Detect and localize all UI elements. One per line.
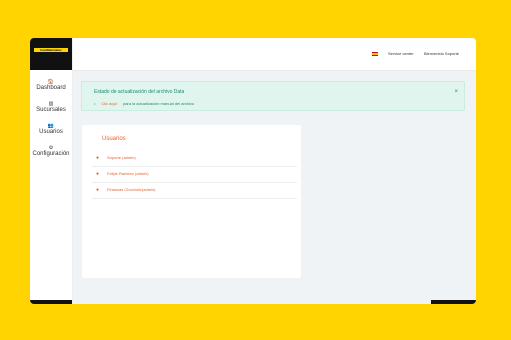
sidebar-item-dashboard[interactable]: 🏠 Dashboard	[30, 79, 72, 92]
sidebar-footer-bar	[30, 300, 72, 304]
footer-bar	[431, 300, 476, 304]
list-item[interactable]: ● Soporte (admin)	[92, 151, 297, 167]
brand-logo: InstaMaiimaker	[34, 48, 68, 52]
alert-title: Estado de actualización del archivo Data	[94, 89, 185, 95]
service-center-link[interactable]: Service center	[388, 51, 414, 57]
card-title: Usuarios	[102, 136, 126, 142]
bullet: •	[94, 101, 96, 106]
user-icon: ●	[96, 155, 100, 161]
top-header: Service center Bienvenido Soporte	[73, 38, 476, 71]
sidebar: InstaMaiimaker 🏠 Dashboard ▥ Sucursales …	[30, 38, 73, 304]
sidebar-item-label: Usuarios	[39, 129, 63, 135]
brand-logo-text: InstaMaiimaker	[40, 48, 62, 52]
close-icon[interactable]: ×	[454, 89, 458, 95]
logo-box[interactable]: InstaMaiimaker	[30, 38, 72, 70]
list-item[interactable]: ● Felipe Ramirez (admin)	[92, 167, 297, 183]
user-name: Finanzas Chocholiz(admin)	[107, 187, 156, 192]
alert-message: • Clic aquí para la actualización manual d…	[94, 101, 194, 106]
user-name: Felipe Ramirez (admin)	[107, 171, 149, 176]
user-welcome-menu[interactable]: Bienvenido Soporte	[424, 51, 459, 57]
users-card: Usuarios ● Soporte (admin) ● Felipe Rami…	[82, 125, 301, 278]
user-icon: ●	[96, 187, 100, 193]
sidebar-item-label: Sucursales	[36, 107, 66, 113]
user-name: Soporte (admin)	[107, 155, 136, 160]
app-window: InstaMaiimaker 🏠 Dashboard ▥ Sucursales …	[30, 38, 476, 304]
alert-text: para la actualización manual del archivo	[122, 101, 195, 106]
sidebar-item-label: Configuración	[32, 151, 70, 157]
sidebar-item-usuarios[interactable]: 👥 Usuarios	[30, 123, 72, 136]
sidebar-item-label: Dashboard	[36, 85, 66, 91]
spain-flag-icon[interactable]	[372, 52, 378, 56]
list-item[interactable]: ● Finanzas Chocholiz(admin)	[92, 183, 297, 199]
sidebar-item-sucursales[interactable]: ▥ Sucursales	[30, 101, 72, 114]
sidebar-item-configuracion[interactable]: ⚙ Configuración	[30, 145, 72, 158]
update-alert: Estado de actualización del archivo Data…	[81, 81, 465, 111]
manual-update-link[interactable]: Clic aquí	[101, 101, 117, 106]
main-content: Estado de actualización del archivo Data…	[73, 71, 476, 304]
user-icon: ●	[96, 171, 100, 177]
